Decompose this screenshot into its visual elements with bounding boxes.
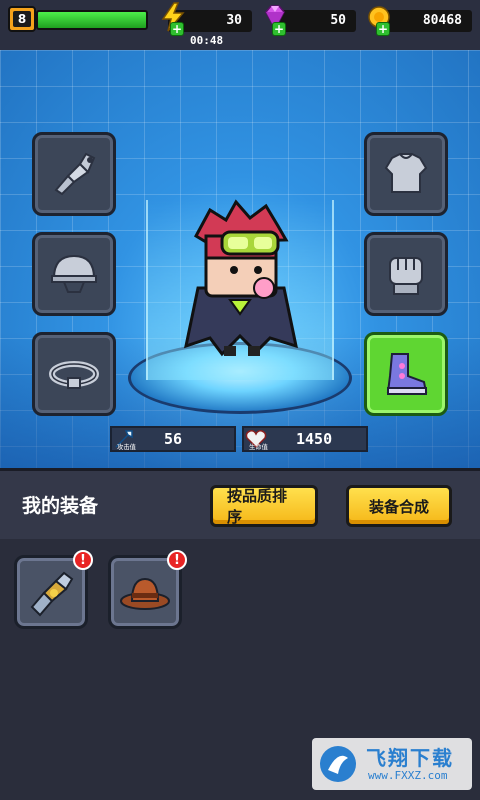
inventory-item-hat[interactable]: !	[108, 550, 187, 629]
hp-label: 生命值	[249, 443, 268, 451]
slot-glove[interactable]	[364, 232, 448, 316]
top-bar: 8 30 + 50 + 80468 + 00:48	[0, 0, 480, 50]
health-bar	[36, 10, 148, 30]
gauntlet-icon	[30, 571, 74, 617]
slot-belt[interactable]	[32, 332, 116, 416]
boots-icon	[386, 353, 428, 395]
gem-value: 50	[330, 13, 346, 28]
health-bar-fill	[38, 12, 146, 28]
slot-helmet[interactable]	[32, 232, 116, 316]
add-gem-button[interactable]: +	[272, 22, 286, 36]
panel-header: 我的装备 按品质排序 装备合成	[0, 471, 480, 539]
add-coin-button[interactable]: +	[376, 22, 390, 36]
watermark-brand: 飞翔下载	[366, 746, 454, 770]
glove-icon	[389, 257, 423, 295]
slot-armor[interactable]	[364, 132, 448, 216]
energy-timer: 00:48	[190, 34, 224, 47]
attack-label: 攻击值	[117, 443, 136, 451]
level-number: 8	[13, 11, 31, 27]
sort-by-quality-button[interactable]: 按品质排序	[210, 485, 318, 527]
hp-value: 1450	[296, 430, 333, 448]
watermark-url: www.FXXZ.com	[368, 769, 448, 782]
hero-character[interactable]	[166, 196, 316, 366]
attack-value: 56	[164, 430, 183, 448]
cowboy-hat-icon	[120, 577, 170, 610]
gauntlet-icon	[54, 152, 96, 196]
armor-icon	[384, 153, 428, 193]
coin-value: 80468	[422, 13, 462, 28]
slot-boots[interactable]	[364, 332, 448, 416]
panel-title: 我的装备	[22, 495, 99, 517]
new-item-alert: !	[73, 550, 93, 570]
merge-equipment-button[interactable]: 装备合成	[346, 485, 452, 527]
hp-stat: 生命值 1450	[242, 426, 368, 452]
watermark: 飞翔下载 www.FXXZ.com	[312, 738, 472, 790]
add-energy-button[interactable]: +	[170, 22, 184, 36]
inventory-item-gauntlet[interactable]: !	[14, 550, 93, 629]
attack-stat: 攻击值 56	[110, 426, 236, 452]
new-item-alert: !	[167, 550, 187, 570]
level-badge[interactable]: 8	[8, 6, 36, 32]
game-screen: 8 30 + 50 + 80468 + 00:48 攻击值 56 生命值 145…	[0, 0, 480, 800]
energy-value: 30	[226, 13, 242, 28]
slot-weapon[interactable]	[32, 132, 116, 216]
brand-logo-icon	[320, 746, 356, 782]
helmet-icon	[51, 254, 97, 293]
belt-icon	[49, 361, 99, 389]
